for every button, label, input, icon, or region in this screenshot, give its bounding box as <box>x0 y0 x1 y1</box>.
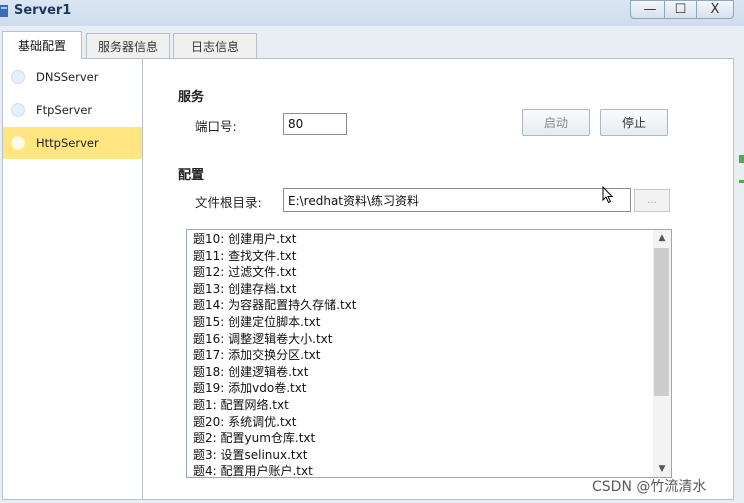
list-item[interactable]: 题16: 调整逻辑卷大小.txt <box>187 331 653 348</box>
sidebar-item-ftpserver[interactable]: FtpServer <box>3 94 142 126</box>
list-item[interactable]: 题14: 为容器配置持久存储.txt <box>187 297 653 314</box>
file-list: 题10: 创建用户.txt 题11: 查找文件.txt 题12: 过滤文件.tx… <box>187 231 653 477</box>
server-sidebar: DNSServer FtpServer HttpServer <box>3 59 143 499</box>
sidebar-item-label: DNSServer <box>36 70 99 84</box>
stop-button[interactable]: 停止 <box>600 109 668 136</box>
watermark: CSDN @竹流清水 <box>592 479 707 495</box>
tab-basic-config[interactable]: 基础配置 <box>2 31 82 59</box>
main-panel: DNSServer FtpServer HttpServer 服务 端口号: 8… <box>2 58 734 500</box>
title-bar[interactable]: Server1 — ☐ X <box>0 0 744 26</box>
server-status-icon <box>11 136 25 150</box>
tab-label: 服务器信息 <box>97 39 158 54</box>
config-section-title: 配置 <box>178 168 205 183</box>
background-window-edge <box>739 180 744 183</box>
server-status-icon <box>11 70 25 84</box>
maximize-button[interactable]: ☐ <box>664 0 697 19</box>
close-button[interactable]: X <box>696 0 734 19</box>
list-item[interactable]: 题13: 创建存档.txt <box>187 281 653 298</box>
sidebar-item-httpserver[interactable]: HttpServer <box>3 127 142 159</box>
list-item[interactable]: 题1: 配置网络.txt <box>187 397 653 414</box>
list-item[interactable]: 题15: 创建定位脚本.txt <box>187 314 653 331</box>
port-input[interactable]: 80 <box>283 113 347 135</box>
tab-label: 基础配置 <box>17 39 66 53</box>
window-title: Server1 <box>14 3 72 18</box>
tab-server-info[interactable]: 服务器信息 <box>86 33 170 58</box>
list-item[interactable]: 题3: 设置selinux.txt <box>187 447 653 464</box>
list-item[interactable]: 题20: 系统调优.txt <box>187 414 653 431</box>
list-item[interactable]: 题19: 添加vdo卷.txt <box>187 380 653 397</box>
vertical-scrollbar[interactable]: ▲ ▼ <box>653 230 671 477</box>
service-section-title: 服务 <box>178 90 205 105</box>
sidebar-item-dnsserver[interactable]: DNSServer <box>3 61 142 93</box>
port-label: 端口号: <box>195 119 237 134</box>
sidebar-item-label: FtpServer <box>36 103 93 117</box>
list-item[interactable]: 题17: 添加交换分区.txt <box>187 347 653 364</box>
scroll-down-icon[interactable]: ▼ <box>653 461 671 477</box>
tab-label: 日志信息 <box>190 39 239 54</box>
list-item[interactable]: 题10: 创建用户.txt <box>187 231 653 248</box>
scroll-thumb[interactable] <box>654 248 669 396</box>
background-window-edge <box>739 155 744 163</box>
list-item[interactable]: 题12: 过滤文件.txt <box>187 264 653 281</box>
close-icon: X <box>710 2 720 17</box>
app-icon <box>0 5 8 17</box>
browse-button[interactable]: ... <box>634 189 670 212</box>
start-button[interactable]: 启动 <box>522 109 590 136</box>
sidebar-item-label: HttpServer <box>36 136 99 150</box>
file-listbox[interactable]: 题10: 创建用户.txt 题11: 查找文件.txt 题12: 过滤文件.tx… <box>186 229 672 478</box>
list-item[interactable]: 题4: 配置用户账户.txt <box>187 463 653 477</box>
list-item[interactable]: 题18: 创建逻辑卷.txt <box>187 364 653 381</box>
mouse-cursor-icon <box>602 186 614 204</box>
root-dir-input[interactable]: E:\redhat资料\练习资料 <box>283 188 631 212</box>
minimize-icon: — <box>643 2 657 17</box>
server-status-icon <box>11 103 25 117</box>
list-item[interactable]: 题11: 查找文件.txt <box>187 248 653 265</box>
tab-log-info[interactable]: 日志信息 <box>173 33 257 58</box>
scroll-up-icon[interactable]: ▲ <box>653 230 671 246</box>
maximize-icon: ☐ <box>674 2 687 17</box>
root-dir-label: 文件根目录: <box>195 195 262 210</box>
list-item[interactable]: 题2: 配置yum仓库.txt <box>187 430 653 447</box>
